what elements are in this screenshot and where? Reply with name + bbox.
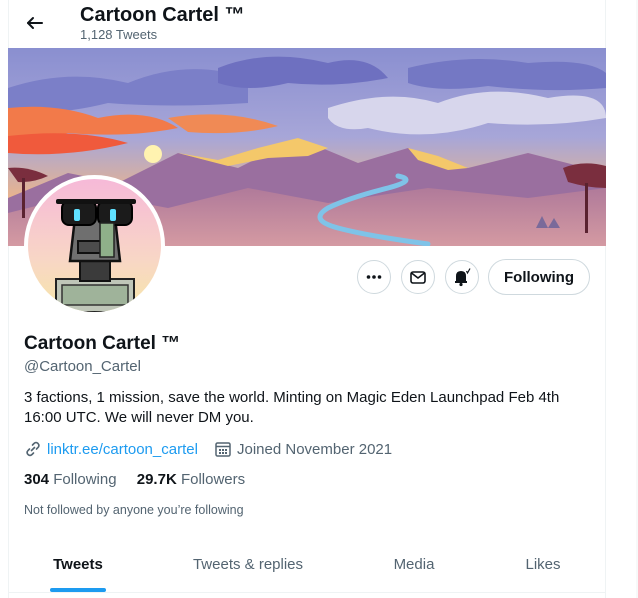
- profile-name: Cartoon Cartel ™: [24, 333, 181, 354]
- profile-website-link[interactable]: linktr.ee/cartoon_cartel: [47, 441, 198, 458]
- profile-joined-row: Joined November 2021: [214, 440, 392, 458]
- following-count: 304: [24, 471, 50, 488]
- follow-counts: 304 Following 29.7K Followers: [24, 471, 245, 488]
- followers-label: Followers: [180, 471, 246, 488]
- envelope-icon: [410, 271, 426, 284]
- more-dots-icon: [366, 275, 382, 279]
- followers-count: 29.7K: [136, 471, 177, 488]
- profile-link-row[interactable]: linktr.ee/cartoon_cartel: [24, 440, 198, 458]
- following-count-link[interactable]: 304 Following: [24, 471, 121, 488]
- avatar-image: [28, 179, 161, 312]
- notifications-button[interactable]: [445, 260, 479, 294]
- message-button[interactable]: [401, 260, 435, 294]
- profile-handle: @Cartoon_Cartel: [24, 358, 141, 375]
- more-button[interactable]: [357, 260, 391, 294]
- calendar-icon: [215, 442, 231, 457]
- tab-likes[interactable]: Likes: [480, 536, 606, 592]
- header-tweet-count: 1,128 Tweets: [80, 27, 158, 42]
- not-followed-note: Not followed by anyone you’re following: [24, 503, 244, 517]
- profile-avatar[interactable]: [24, 175, 165, 316]
- tab-tweets-replies[interactable]: Tweets & replies: [148, 536, 348, 592]
- profile-tabs: Tweets Tweets & replies Media Likes: [8, 536, 606, 593]
- arrow-left-icon: [27, 17, 43, 29]
- profile-bio: 3 factions, 1 mission, save the world. M…: [24, 389, 560, 426]
- followers-count-link[interactable]: 29.7K Followers: [137, 471, 245, 488]
- tab-media[interactable]: Media: [348, 536, 480, 592]
- header-title: Cartoon Cartel ™: [80, 4, 245, 26]
- following-button[interactable]: Following: [488, 259, 590, 295]
- bell-plus-icon: [455, 268, 471, 287]
- link-icon: [26, 441, 40, 457]
- active-tab-indicator: [50, 588, 106, 592]
- back-button[interactable]: [20, 9, 48, 37]
- tab-tweets[interactable]: Tweets: [8, 536, 148, 592]
- following-label: Following: [53, 471, 117, 488]
- profile-joined-date: Joined November 2021: [237, 440, 393, 458]
